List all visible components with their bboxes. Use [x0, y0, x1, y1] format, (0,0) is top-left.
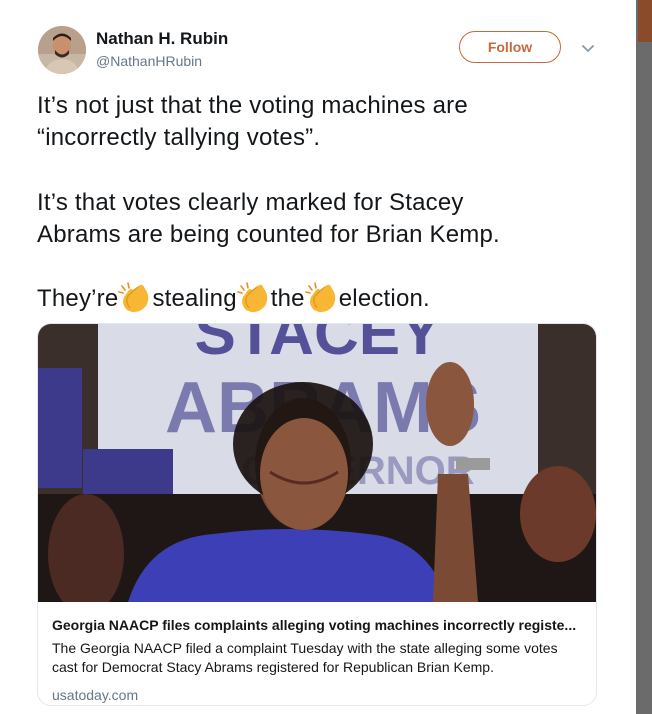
link-card[interactable]: STACEY ABRAMS GOVERNOR Georgia NAACP fil… [37, 323, 597, 706]
tweet-word: stealing [152, 285, 237, 312]
tweet-word: election. [338, 285, 430, 312]
follow-button[interactable]: Follow [459, 31, 561, 63]
clapping-hands-icon [118, 282, 149, 313]
author-handle[interactable]: @NathanHRubin [96, 53, 202, 69]
tweet-text-line: It’s that votes clearly marked for Stace… [37, 189, 464, 216]
card-description: The Georgia NAACP filed a complaint Tues… [52, 640, 558, 675]
card-title[interactable]: Georgia NAACP files complaints alleging … [52, 617, 584, 633]
tweet-text-line: They’re stealing the election. [37, 282, 430, 315]
photo-sign-text: STACEY [195, 324, 442, 368]
clapping-hands-icon [236, 282, 268, 313]
tweet: Nathan H. Rubin @NathanHRubin Follow It’… [0, 0, 636, 714]
chevron-down-icon[interactable] [580, 40, 596, 56]
card-photo[interactable]: STACEY ABRAMS GOVERNOR [38, 324, 596, 602]
avatar[interactable] [38, 26, 86, 74]
tweet-word: They’re [37, 285, 119, 312]
clapping-hands-icon [304, 282, 336, 313]
card-body[interactable]: Georgia NAACP files complaints alleging … [52, 617, 584, 703]
tweet-text-line: Abrams are being counted for Brian Kemp. [37, 221, 500, 248]
author-name[interactable]: Nathan H. Rubin [96, 29, 228, 49]
card-domain[interactable]: usatoday.com [52, 687, 584, 703]
tweet-text-line: It’s not just that the voting machines a… [37, 92, 468, 119]
tweet-text-line: “incorrectly tallying votes”. [37, 124, 321, 151]
tweet-word: the [270, 285, 305, 312]
scrollbar-thumb[interactable] [638, 0, 652, 42]
scrollbar-track[interactable] [636, 0, 652, 714]
